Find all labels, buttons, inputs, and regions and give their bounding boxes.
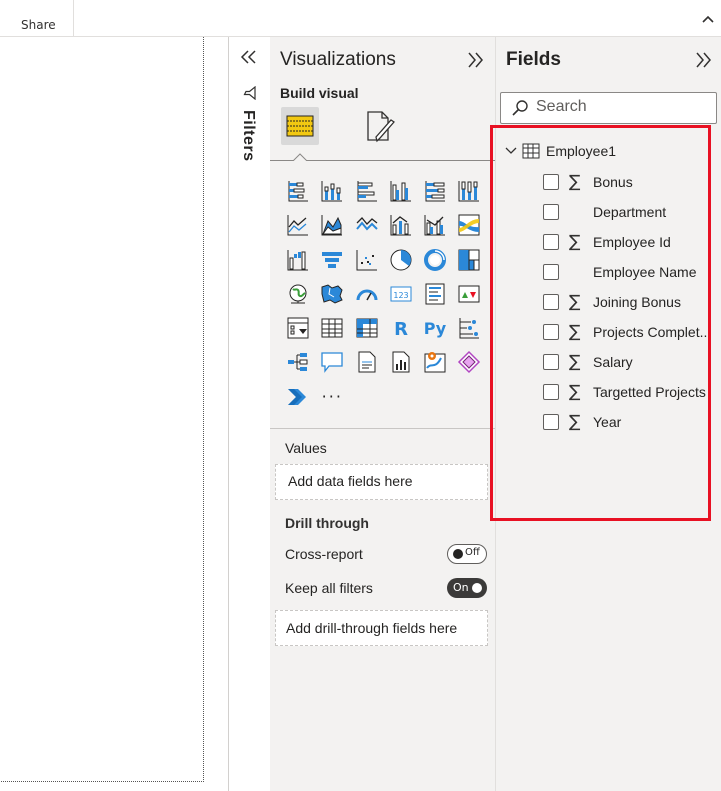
selected-tab-caret [293, 153, 307, 161]
build-visual-label: Build visual [280, 85, 359, 101]
decomposition-tree-icon[interactable] [281, 345, 315, 379]
100-percent-stacked-bar-chart-icon[interactable] [418, 174, 452, 208]
double-chevron-right-icon[interactable] [694, 52, 712, 68]
section-divider [270, 428, 495, 429]
drill-well-placeholder: Add drill-through fields here [286, 620, 458, 636]
waterfall-chart-icon[interactable] [281, 243, 315, 277]
smart-narrative-icon[interactable] [350, 345, 384, 379]
paginated-report-icon[interactable] [384, 345, 418, 379]
matrix-icon[interactable] [350, 311, 384, 345]
values-label: Values [285, 440, 327, 456]
visualizations-title: Visualizations [280, 49, 396, 70]
donut-chart-icon[interactable] [418, 243, 452, 277]
100-percent-stacked-column-chart-icon[interactable] [452, 174, 486, 208]
line-and-stacked-column-chart-icon[interactable] [384, 208, 418, 242]
clustered-bar-chart-icon[interactable] [350, 174, 384, 208]
values-well-placeholder: Add data fields here [288, 473, 413, 489]
share-label[interactable]: Share [21, 18, 56, 32]
azure-map-icon[interactable] [418, 345, 452, 379]
search-icon [512, 100, 528, 116]
funnel-chart-icon[interactable] [315, 243, 349, 277]
power-automate-icon[interactable] [281, 380, 315, 414]
line-and-clustered-column-chart-icon[interactable] [418, 208, 452, 242]
svg-text:Py: Py [424, 319, 447, 338]
treemap-icon[interactable] [452, 243, 486, 277]
search-input[interactable] [536, 97, 706, 117]
cross-report-label: Cross-report [285, 546, 363, 562]
scatter-chart-icon[interactable] [350, 243, 384, 277]
stacked-column-chart-icon[interactable] [315, 174, 349, 208]
card-icon[interactable]: 123 [384, 277, 418, 311]
double-chevron-left-icon[interactable] [240, 50, 258, 64]
keep-all-filters-state: On [453, 581, 469, 594]
build-visual-tab[interactable] [281, 107, 319, 145]
format-visual-paintbrush-icon[interactable] [364, 110, 396, 144]
more-visuals-label: ··· [321, 387, 343, 407]
filter-icon [243, 86, 256, 100]
pie-chart-icon[interactable] [384, 243, 418, 277]
more-visuals-icon[interactable]: ··· [315, 380, 349, 414]
power-apps-icon[interactable] [452, 345, 486, 379]
ribbon [0, 0, 721, 37]
build-visual-icon [286, 115, 314, 137]
drill-through-label: Drill through [285, 515, 369, 531]
keep-all-filters-toggle[interactable]: On [447, 578, 487, 598]
toggle-knob [453, 549, 463, 559]
cross-report-toggle[interactable]: Off [447, 544, 487, 564]
toggle-knob [472, 583, 482, 593]
svg-text:123: 123 [393, 291, 408, 300]
multi-row-card-icon[interactable] [418, 277, 452, 311]
svg-text:R: R [394, 319, 408, 340]
stacked-bar-chart-icon[interactable] [281, 174, 315, 208]
fields-title: Fields [506, 49, 561, 70]
kpi-icon[interactable] [452, 277, 486, 311]
line-chart-icon[interactable] [281, 208, 315, 242]
collapse-ribbon-chevron-icon[interactable] [701, 12, 715, 26]
double-chevron-right-icon[interactable] [466, 52, 484, 68]
ribbon-chart-icon[interactable] [452, 208, 486, 242]
python-visual-icon[interactable]: Py [418, 311, 452, 345]
fields-search-box[interactable] [500, 92, 717, 124]
visual-type-gallery: 123 R Py ··· [281, 174, 487, 414]
stacked-area-chart-icon[interactable] [350, 208, 384, 242]
filters-label[interactable]: Filters [239, 110, 257, 162]
r-script-visual-icon[interactable]: R [384, 311, 418, 345]
map-globe-icon[interactable] [281, 277, 315, 311]
slicer-icon[interactable] [281, 311, 315, 345]
clustered-column-chart-icon[interactable] [384, 174, 418, 208]
table-visual-icon[interactable] [315, 311, 349, 345]
annotation-highlight-box [490, 125, 711, 521]
key-influencers-icon[interactable] [452, 311, 486, 345]
qna-visual-icon[interactable] [315, 345, 349, 379]
gauge-icon[interactable] [350, 277, 384, 311]
cross-report-state: Off [465, 547, 480, 558]
keep-all-filters-label: Keep all filters [285, 580, 373, 596]
area-chart-icon[interactable] [315, 208, 349, 242]
filled-map-icon[interactable] [315, 277, 349, 311]
page-boundary [0, 37, 204, 782]
